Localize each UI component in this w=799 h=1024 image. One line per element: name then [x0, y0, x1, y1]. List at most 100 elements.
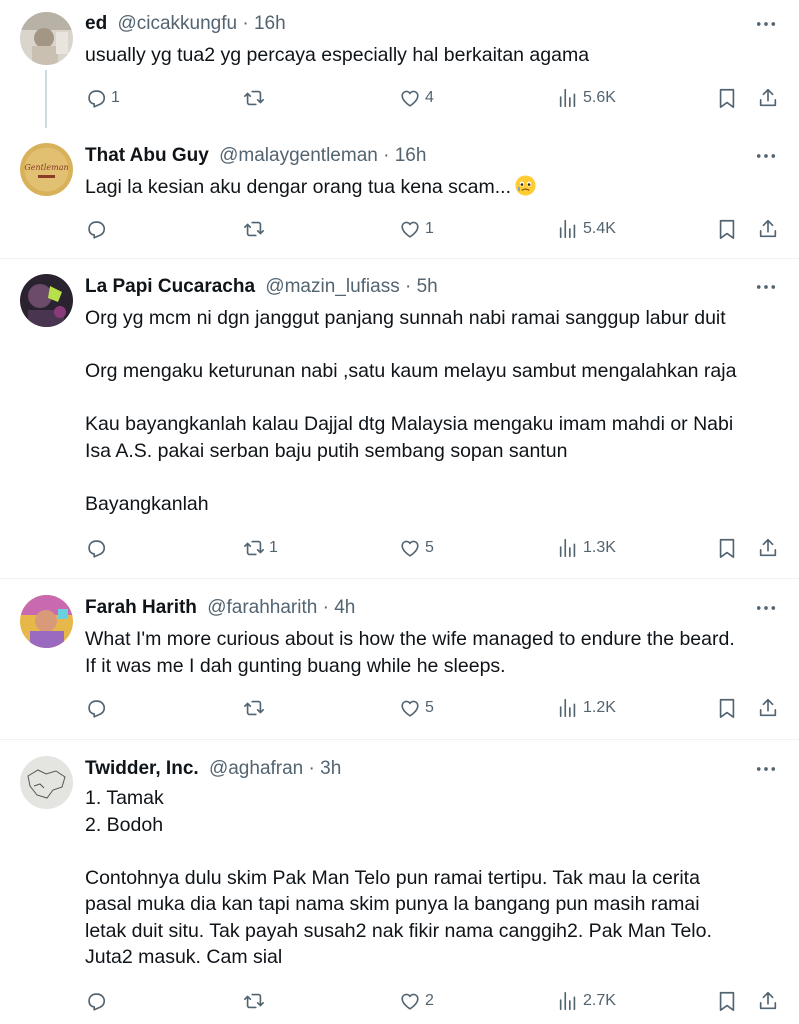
tweet-text-line: Lagi la kesian aku dengar orang tua kena…	[85, 174, 779, 201]
user-handle[interactable]: @aghafran	[209, 758, 303, 779]
share-icon	[759, 698, 777, 717]
more-button[interactable]	[755, 757, 777, 781]
bookmark-button[interactable]	[716, 216, 738, 242]
like-button[interactable]: 5	[399, 535, 434, 561]
like-button[interactable]: 4	[399, 85, 434, 111]
retweet-button[interactable]	[243, 85, 269, 111]
views-button[interactable]: 2.7K	[557, 988, 616, 1014]
tweet-text-line: What I'm more curious about is how the w…	[85, 628, 735, 650]
tweet[interactable]: Farah Harith @farahharith · 4h What I'm …	[0, 579, 799, 740]
user-handle[interactable]: @mazin_lufiass	[265, 276, 399, 297]
avatar[interactable]	[20, 274, 73, 327]
bookmark-icon	[719, 88, 735, 108]
user-handle[interactable]: @malaygentleman	[219, 145, 378, 166]
share-button[interactable]	[757, 988, 779, 1014]
tweet-text: usually yg tua2 yg percaya especially ha…	[85, 42, 779, 69]
face-holding-back-tears-icon	[515, 175, 536, 196]
more-icon	[756, 22, 776, 26]
timestamp[interactable]: 3h	[320, 758, 341, 779]
retweet-button[interactable]	[243, 695, 269, 721]
share-icon	[759, 538, 777, 557]
views-button[interactable]: 1.3K	[557, 535, 616, 561]
views-button[interactable]: 5.4K	[557, 216, 616, 242]
like-icon	[401, 700, 419, 717]
tweet[interactable]: La Papi Cucaracha @mazin_lufiass · 5h Or…	[0, 259, 799, 579]
more-button[interactable]	[755, 144, 777, 168]
tweet-header: Twidder, Inc. @aghafran · 3h	[85, 757, 739, 781]
reply-icon	[88, 90, 106, 108]
tweet-text-line: usually yg tua2 yg percaya especially ha…	[85, 44, 590, 66]
share-button[interactable]	[757, 695, 779, 721]
avatar[interactable]: Gentleman	[20, 143, 73, 196]
like-icon	[401, 221, 419, 238]
display-name[interactable]: That Abu Guy	[85, 145, 209, 166]
display-name[interactable]: Twidder, Inc.	[85, 758, 199, 779]
tweet-text: Lagi la kesian aku dengar orang tua kena…	[85, 174, 779, 201]
like-button[interactable]: 2	[399, 988, 434, 1014]
timestamp[interactable]: 16h	[395, 145, 427, 166]
views-button[interactable]: 1.2K	[557, 695, 616, 721]
like-button[interactable]: 5	[399, 695, 434, 721]
tweet[interactable]: Twidder, Inc. @aghafran · 3h 1. Tamak 2.…	[0, 740, 799, 1024]
bookmark-icon	[719, 991, 735, 1011]
user-handle[interactable]: @farahharith	[207, 597, 317, 618]
views-button[interactable]: 5.6K	[557, 85, 616, 111]
reply-button[interactable]	[85, 695, 111, 721]
separator-dot: ·	[242, 13, 249, 34]
view-count: 2.7K	[583, 992, 616, 1009]
display-name[interactable]: La Papi Cucaracha	[85, 276, 255, 297]
bookmark-button[interactable]	[716, 988, 738, 1014]
like-icon	[401, 90, 419, 107]
display-name[interactable]: ed	[85, 13, 107, 34]
like-count: 1	[425, 220, 434, 237]
retweet-icon	[244, 221, 264, 237]
timestamp[interactable]: 5h	[417, 276, 438, 297]
tweet-text-line: Juta2 masuk. Cam sial	[85, 946, 283, 968]
tweet-header: La Papi Cucaracha @mazin_lufiass · 5h	[85, 275, 739, 299]
share-button[interactable]	[757, 216, 779, 242]
timestamp[interactable]: 4h	[334, 597, 355, 618]
share-button[interactable]	[757, 535, 779, 561]
share-button[interactable]	[757, 85, 779, 111]
more-button[interactable]	[755, 12, 777, 36]
like-button[interactable]: 1	[399, 216, 434, 242]
more-button[interactable]	[755, 596, 777, 620]
display-name[interactable]: Farah Harith	[85, 597, 197, 618]
avatar[interactable]	[20, 12, 73, 65]
reply-icon	[88, 221, 106, 239]
reply-button[interactable]	[85, 988, 111, 1014]
reply-count: 1	[111, 89, 120, 106]
retweet-count: 1	[269, 539, 278, 556]
tweet-text-line: letak duit situ. Tak payah susah2 nak fi…	[85, 919, 712, 942]
retweet-button[interactable]	[243, 216, 269, 242]
tweet-header: That Abu Guy @malaygentleman · 16h	[85, 144, 739, 168]
timestamp[interactable]: 16h	[254, 13, 286, 34]
avatar[interactable]	[20, 595, 73, 648]
tweet[interactable]: ed @cicakkungfu · 16h usually yg tua2 yg…	[0, 0, 799, 128]
avatar[interactable]	[20, 756, 73, 809]
share-icon	[759, 219, 777, 238]
like-count: 2	[425, 992, 434, 1009]
action-bar: 1 4 5.6K	[0, 85, 799, 111]
user-handle[interactable]: @cicakkungfu	[117, 13, 237, 34]
svg-text:Gentleman: Gentleman	[24, 163, 68, 172]
retweet-button[interactable]	[243, 988, 269, 1014]
views-icon	[559, 538, 576, 558]
tweet[interactable]: Gentleman That Abu Guy @malaygentleman ·…	[0, 128, 799, 259]
share-icon	[759, 991, 777, 1010]
more-button[interactable]	[755, 275, 777, 299]
separator-dot: ·	[308, 758, 315, 779]
bookmark-button[interactable]	[716, 85, 738, 111]
retweet-icon	[244, 90, 264, 106]
separator-dot: ·	[322, 597, 329, 618]
bookmark-button[interactable]	[716, 695, 738, 721]
reply-button[interactable]: 1	[85, 85, 120, 111]
retweet-button[interactable]: 1	[243, 535, 278, 561]
like-count: 4	[425, 89, 434, 106]
reply-button[interactable]	[85, 535, 111, 561]
tweet-text-line: 2. Bodoh	[85, 813, 164, 836]
reply-button[interactable]	[85, 216, 111, 242]
bookmark-button[interactable]	[716, 535, 738, 561]
